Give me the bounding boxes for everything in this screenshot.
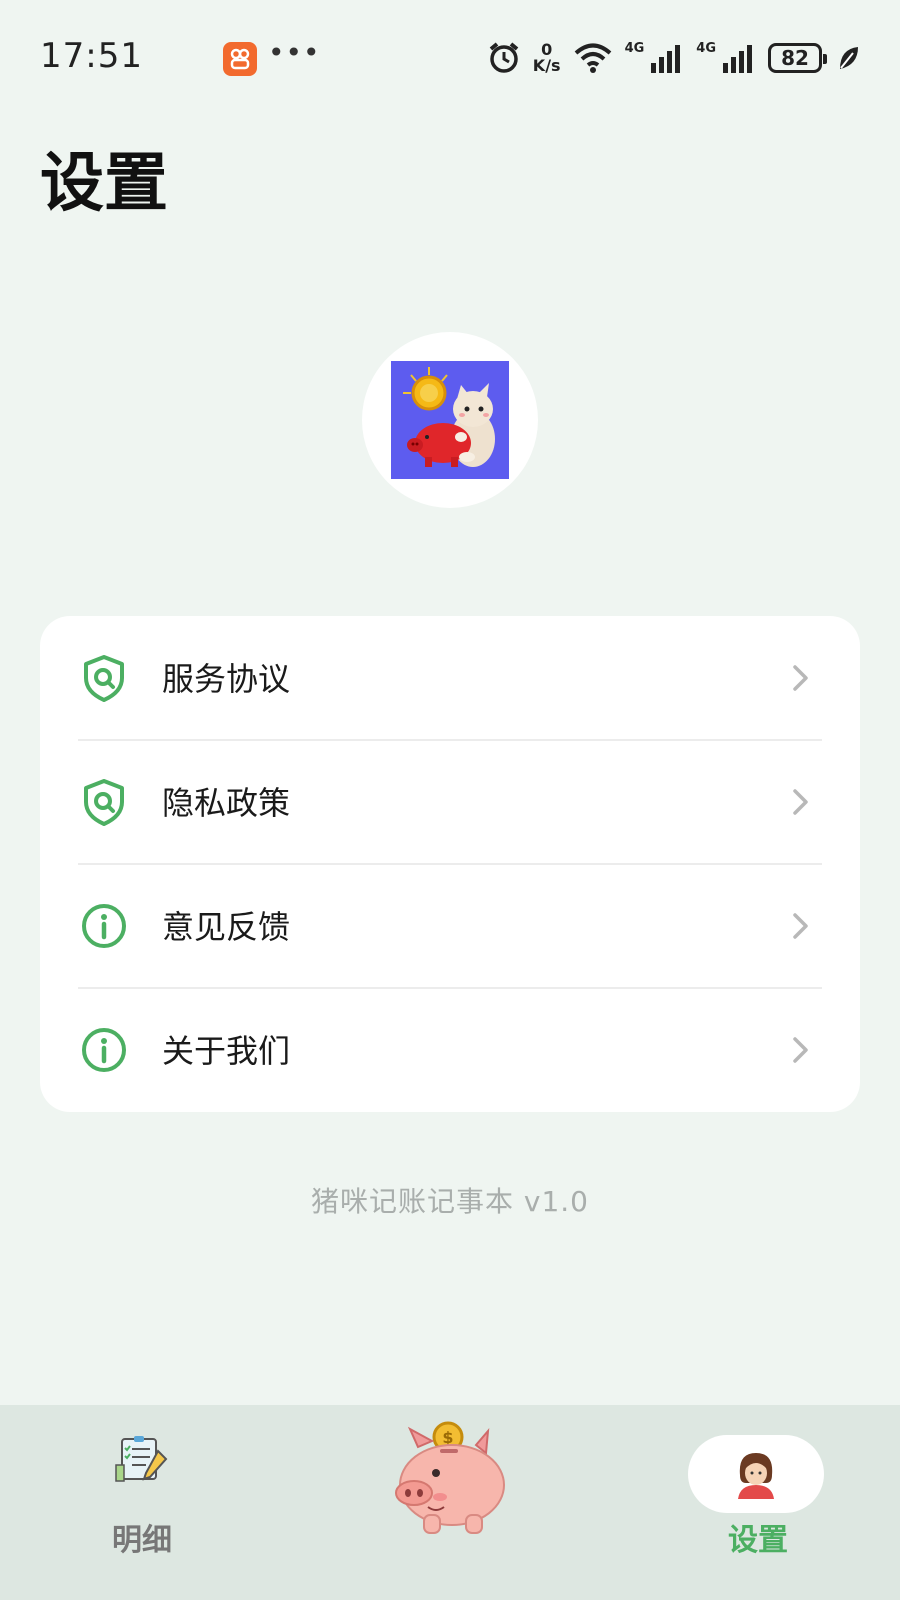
setting-item-service-agreement[interactable]: 服务协议 <box>40 616 860 740</box>
chevron-right-icon <box>793 1037 808 1063</box>
net-speed-unit: K/s <box>532 56 561 75</box>
signal-icon <box>723 45 752 73</box>
signal1-label: 4G <box>624 40 645 56</box>
page-title: 设置 <box>40 147 168 221</box>
tab-detail[interactable]: 明细 <box>100 1435 184 1565</box>
info-icon <box>82 1028 126 1072</box>
chevron-right-icon <box>793 913 808 939</box>
signal-icon <box>651 45 681 73</box>
app-logo <box>362 332 538 508</box>
app-notification-icon <box>223 42 257 76</box>
chevron-right-icon <box>793 665 808 691</box>
net-speed: 0 K/s <box>533 42 561 74</box>
tab-settings[interactable]: 设置 <box>688 1435 824 1565</box>
tab-detail-label: 明细 <box>112 1523 172 1558</box>
info-icon <box>82 904 126 948</box>
signal2-label: 4G <box>696 40 716 56</box>
setting-item-label: 关于我们 <box>162 1032 291 1070</box>
leaf-icon <box>840 47 858 69</box>
status-bar: 17:51 ••• 0 K/s 4G 4G 82 <box>0 0 900 110</box>
setting-item-privacy-policy[interactable]: 隐私政策 <box>40 740 860 864</box>
person-icon <box>738 1453 774 1499</box>
battery-icon: 82 <box>768 43 827 73</box>
alarm-icon <box>489 42 519 73</box>
setting-item-label: 隐私政策 <box>162 784 291 822</box>
chevron-right-icon <box>793 789 808 815</box>
status-time: 17:51 <box>40 36 143 76</box>
setting-item-label: 服务协议 <box>162 660 291 698</box>
tab-settings-label: 设置 <box>728 1523 788 1558</box>
status-icons: 0 K/s 4G 4G 82 <box>487 38 860 78</box>
piggy-bank-button[interactable]: $ <box>388 1411 514 1541</box>
settings-card: 服务协议 隐私政策 意见反馈 关于我们 <box>40 616 860 1112</box>
checklist-icon <box>115 1436 168 1482</box>
logo-image <box>391 361 509 479</box>
piggy-bank-icon: $ <box>395 1421 505 1534</box>
wifi-icon <box>574 43 611 73</box>
bottom-nav: 明细 $ 设置 <box>0 1405 900 1600</box>
more-icon: ••• <box>268 36 321 69</box>
setting-item-label: 意见反馈 <box>162 908 291 946</box>
shield-search-icon <box>84 779 124 826</box>
version-text: 猪咪记账记事本 v1.0 <box>310 1185 589 1218</box>
setting-item-about-us[interactable]: 关于我们 <box>40 988 860 1112</box>
setting-item-feedback[interactable]: 意见反馈 <box>40 864 860 988</box>
shield-search-icon <box>84 655 124 702</box>
